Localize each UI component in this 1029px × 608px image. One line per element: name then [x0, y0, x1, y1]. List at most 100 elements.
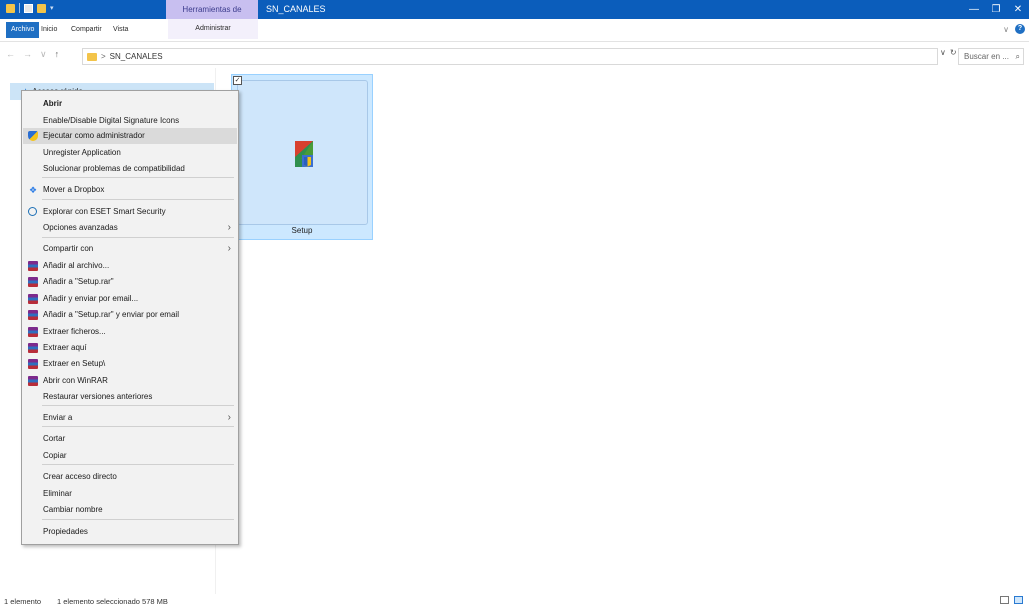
menu-item[interactable]: Eliminar [23, 486, 237, 502]
menu-item-label: Copiar [43, 451, 67, 460]
menu-item-label: Cambiar nombre [43, 505, 103, 514]
menu-separator [42, 177, 234, 178]
menu-item-label: Extraer en Setup\ [43, 359, 106, 368]
context-menu: Abrir Enable/Disable Digital Signature Ic… [21, 90, 239, 545]
menu-item-label: Unregister Application [43, 148, 121, 157]
menu-item-label: Propiedades [43, 527, 88, 536]
tab-vista[interactable]: Vista [108, 22, 133, 38]
winrar-icon [28, 376, 38, 386]
menu-item-label: Añadir al archivo... [43, 261, 110, 270]
large-icons-view-icon[interactable] [1014, 596, 1023, 604]
file-item-setup[interactable]: ✓ Setup [231, 74, 373, 240]
menu-item-label: Cortar [43, 434, 66, 443]
menu-item-label: Abrir con WinRAR [43, 376, 108, 385]
setup-installer-icon [295, 141, 313, 167]
menu-item[interactable]: Cambiar nombre [23, 502, 237, 518]
shield-icon [28, 131, 38, 141]
status-selection: 1 elemento seleccionado 578 MB [57, 597, 168, 606]
breadcrumb-separator[interactable]: > [101, 52, 106, 61]
menu-item[interactable]: Abrir con WinRAR [23, 373, 237, 389]
menu-item[interactable]: Cortar [23, 431, 237, 447]
file-thumbnail [237, 80, 368, 225]
menu-item[interactable]: Enable/Disable Digital Signature Icons [23, 113, 237, 129]
menu-item[interactable]: Extraer en Setup\ [23, 356, 237, 372]
help-icon[interactable]: ? [1015, 24, 1025, 34]
winrar-icon [28, 359, 38, 369]
menu-item-label: Solucionar problemas de compatibilidad [43, 164, 185, 173]
up-button[interactable]: ↑ [55, 49, 60, 60]
customize-toolbar-icon[interactable]: ▾ [50, 4, 54, 12]
menu-item[interactable]: Restaurar versiones anteriores [23, 389, 237, 405]
minimize-button[interactable]: — [963, 0, 985, 19]
menu-item[interactable]: Opciones avanzadas › [23, 220, 237, 236]
menu-item-label: Enviar a [43, 413, 73, 422]
item-checkbox[interactable]: ✓ [233, 76, 242, 85]
search-input[interactable]: Buscar en ... ⌕ [958, 48, 1024, 65]
expand-ribbon-icon[interactable]: ∨ [1003, 25, 1009, 34]
breadcrumb-sn-canales[interactable]: SN_CANALES [110, 52, 163, 61]
dropbox-icon: ❖ [28, 185, 38, 195]
menu-item[interactable]: Explorar con ESET Smart Security [23, 204, 237, 220]
address-bar[interactable]: > SN_CANALES [82, 48, 938, 65]
tab-compartir[interactable]: Compartir [66, 22, 107, 38]
tab-archivo[interactable]: Archivo [6, 22, 40, 38]
window-title: SN_CANALES [266, 4, 326, 14]
title-bar: ▾ Herramientas de aplicación SN_CANALES … [0, 0, 1029, 33]
ribbon-right-controls: ∨ ? [1003, 24, 1025, 34]
menu-item[interactable]: Enviar a › [23, 410, 237, 426]
menu-item[interactable]: Añadir al archivo... [23, 258, 237, 274]
menu-item[interactable]: Propiedades [23, 524, 237, 540]
window-controls: — ❐ ✕ [963, 0, 1029, 19]
menu-item-label: Ejecutar como administrador [43, 131, 145, 140]
chevron-right-icon: › [227, 243, 231, 254]
forward-button[interactable]: → [23, 49, 32, 60]
menu-item[interactable]: Añadir y enviar por email... [23, 291, 237, 307]
menu-item-label: Mover a Dropbox [43, 185, 105, 194]
toolbar-separator [19, 3, 20, 13]
winrar-icon [28, 261, 38, 271]
menu-item-label: Añadir y enviar por email... [43, 294, 139, 303]
tab-administrar[interactable]: Administrar [168, 19, 258, 39]
menu-item[interactable]: Solucionar problemas de compatibilidad [23, 161, 237, 177]
properties-icon[interactable] [24, 3, 33, 13]
context-tab-title: Herramientas de aplicación [166, 0, 258, 33]
menu-item[interactable]: Crear acceso directo [23, 469, 237, 485]
recent-locations-button[interactable]: ∨ [40, 49, 47, 60]
winrar-icon [28, 294, 38, 304]
menu-item[interactable]: Abrir [23, 96, 237, 112]
menu-item[interactable]: Copiar [23, 448, 237, 464]
back-button[interactable]: ← [6, 49, 15, 60]
close-button[interactable]: ✕ [1007, 0, 1029, 19]
menu-item[interactable]: Unregister Application [23, 145, 237, 161]
menu-item-label: Compartir con [43, 244, 94, 253]
tab-inicio[interactable]: Inicio [36, 22, 62, 38]
details-view-icon[interactable] [1000, 596, 1009, 604]
address-dropdown-icon[interactable]: ∨ [940, 48, 946, 57]
refresh-icon[interactable]: ↻ [950, 48, 957, 57]
menu-item[interactable]: Compartir con › [23, 241, 237, 257]
menu-item[interactable]: Añadir a "Setup.rar" [23, 274, 237, 290]
menu-item[interactable]: Extraer ficheros... [23, 324, 237, 340]
menu-item[interactable]: Añadir a "Setup.rar" y enviar por email [23, 307, 237, 323]
maximize-button[interactable]: ❐ [985, 0, 1007, 19]
eset-icon [28, 207, 37, 216]
folder-icon [6, 3, 15, 13]
menu-item-label: Opciones avanzadas [43, 223, 118, 232]
menu-item-label: Restaurar versiones anteriores [43, 392, 153, 401]
chevron-right-icon: › [227, 222, 231, 233]
menu-item-label: Extraer aquí [43, 343, 87, 352]
menu-separator [42, 405, 234, 406]
winrar-icon [28, 343, 38, 353]
menu-item-label: Crear acceso directo [43, 472, 117, 481]
menu-item-label: Explorar con ESET Smart Security [43, 207, 166, 216]
chevron-right-icon: › [227, 412, 231, 423]
menu-item[interactable]: Ejecutar como administrador [23, 128, 237, 144]
winrar-icon [28, 277, 38, 287]
menu-item-label: Añadir a "Setup.rar" y enviar por email [43, 310, 179, 319]
menu-separator [42, 464, 234, 465]
menu-item-label: Eliminar [43, 489, 72, 498]
new-folder-icon[interactable] [37, 3, 46, 13]
winrar-icon [28, 327, 38, 337]
menu-item[interactable]: ❖ Mover a Dropbox [23, 182, 237, 198]
menu-item[interactable]: Extraer aquí [23, 340, 237, 356]
